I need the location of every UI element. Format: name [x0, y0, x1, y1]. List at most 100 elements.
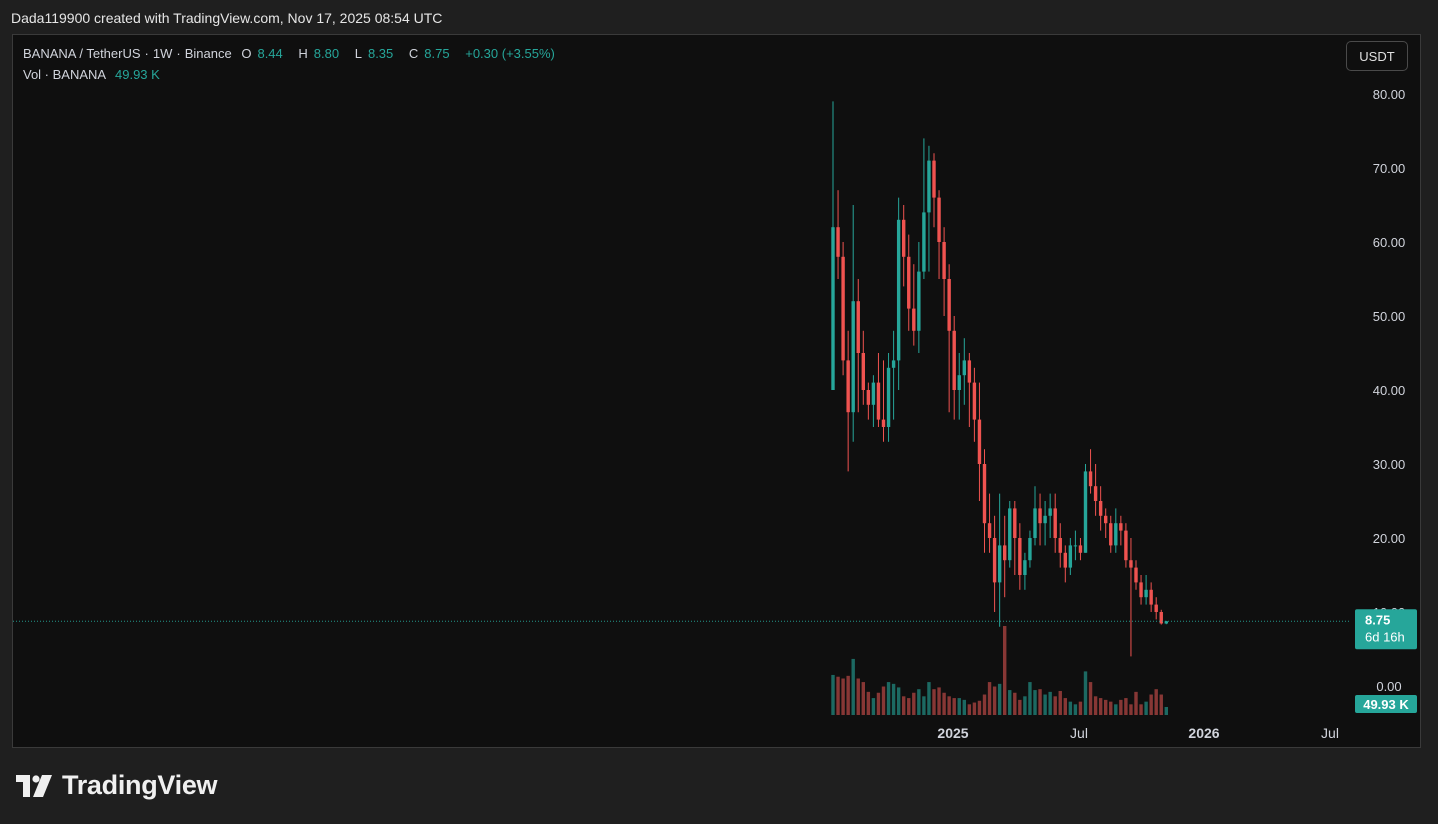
x-axis-tick-label: 2025 — [937, 725, 968, 741]
volume-bar — [1164, 706, 1168, 715]
volume-bar — [1023, 696, 1027, 715]
candle-body — [1134, 567, 1138, 583]
candle-body — [1033, 508, 1037, 538]
volume-bar — [942, 692, 946, 715]
volume-bar — [1063, 698, 1067, 715]
candle-body — [856, 301, 860, 353]
volume-bar — [871, 698, 876, 715]
candle-body — [1063, 552, 1067, 568]
volume-bar — [1078, 701, 1083, 715]
candle-body — [1013, 508, 1017, 538]
candle-body — [836, 227, 840, 257]
price-tag-value: 8.75 — [1365, 612, 1390, 627]
candle-body — [972, 382, 977, 420]
candle-body — [1144, 589, 1148, 598]
low-value: 8.35 — [367, 46, 394, 61]
candle-body — [982, 464, 987, 524]
change-value: +0.30 (+3.55%) — [465, 46, 555, 61]
volume-bar — [1073, 704, 1078, 715]
volume-bar — [886, 682, 891, 715]
candle-body — [1023, 560, 1027, 575]
volume-value: 49.93 K — [115, 67, 160, 82]
candle-body — [1078, 545, 1083, 553]
volume-bar — [977, 700, 982, 715]
open-value: 8.44 — [257, 46, 283, 61]
volume-bar — [952, 698, 956, 715]
volume-bar — [1119, 699, 1123, 715]
candle-body — [1114, 523, 1118, 546]
volume-bar — [881, 686, 886, 715]
price-chart[interactable]: 80.0070.0060.0050.0040.0030.0020.0010.00… — [13, 35, 1421, 748]
volume-bar — [846, 675, 850, 715]
candle-body — [962, 360, 966, 376]
volume-bar — [932, 689, 936, 715]
y-axis-tick-label: 40.00 — [1373, 383, 1406, 398]
candle-body — [1048, 508, 1052, 516]
volume-bar — [1134, 691, 1138, 715]
chart-panel[interactable]: 80.0070.0060.0050.0040.0030.0020.0010.00… — [12, 34, 1421, 748]
close-value: 8.75 — [424, 46, 450, 61]
volume-bar — [1159, 694, 1163, 715]
symbol-legend: BANANA / TetherUS · 1W · Binance O 8.44 H 8.80… — [23, 46, 561, 61]
close-label: C — [408, 46, 419, 61]
tradingview-mark-icon — [16, 774, 52, 797]
candle-body — [871, 382, 876, 405]
volume-bar — [1048, 691, 1052, 715]
volume-legend: Vol · BANANA 49.93 K — [23, 67, 160, 82]
candle-body — [987, 523, 992, 538]
candle-body — [902, 219, 906, 257]
volume-bar — [1003, 626, 1007, 715]
candle-body — [992, 538, 997, 583]
candle-body — [1093, 486, 1098, 501]
candle-body — [932, 160, 936, 198]
volume-bar — [992, 686, 997, 715]
volume-bar — [851, 658, 855, 715]
candle-body — [977, 419, 982, 464]
low-label: L — [354, 46, 362, 61]
candle-body — [997, 545, 1002, 583]
volume-bar — [1098, 698, 1103, 715]
volume-bar — [1093, 696, 1098, 715]
volume-bar — [1038, 689, 1042, 715]
volume-bar — [917, 689, 921, 715]
volume-bar — [997, 683, 1002, 715]
volume-bar — [866, 691, 871, 715]
candle-body — [1068, 545, 1073, 568]
volume-bar — [836, 676, 840, 715]
tradingview-logo: TradingView — [16, 770, 218, 801]
candle-body — [1003, 545, 1007, 561]
x-axis-tick-label: 2026 — [1188, 725, 1219, 741]
candle-body — [937, 197, 941, 242]
volume-bar — [1114, 704, 1118, 715]
exchange-label: Binance — [184, 46, 232, 61]
candle-body — [912, 308, 916, 331]
high-label: H — [298, 46, 308, 61]
volume-bar — [1013, 692, 1017, 715]
candle-body — [851, 301, 855, 413]
volume-bar — [1083, 671, 1088, 715]
interval-label[interactable]: 1W — [153, 46, 173, 61]
x-axis-tick-label: Jul — [1321, 725, 1339, 741]
volume-bar — [967, 704, 972, 715]
volume-bar — [972, 702, 977, 715]
volume-bar — [1144, 701, 1148, 715]
candle-body — [831, 227, 835, 390]
volume-bar — [922, 696, 926, 715]
candle-body — [1038, 508, 1042, 524]
volume-bar — [902, 696, 906, 715]
y-axis-tick-label: 60.00 — [1373, 235, 1406, 250]
candle-body — [1083, 471, 1088, 553]
volume-bar — [896, 687, 901, 715]
candle-body — [907, 256, 911, 309]
volume-bar — [1033, 690, 1037, 715]
candle-body — [1088, 471, 1093, 487]
candle-body — [957, 375, 961, 390]
x-axis-tick-label: Jul — [1070, 725, 1088, 741]
volume-bar — [987, 682, 992, 715]
volume-bar — [982, 694, 987, 715]
separator-dot: · — [144, 46, 149, 61]
volume-bar — [1109, 701, 1113, 715]
symbol-name[interactable]: BANANA / TetherUS — [23, 46, 141, 61]
volume-label[interactable]: Vol · BANANA — [23, 67, 105, 82]
currency-button[interactable]: USDT — [1346, 41, 1408, 71]
